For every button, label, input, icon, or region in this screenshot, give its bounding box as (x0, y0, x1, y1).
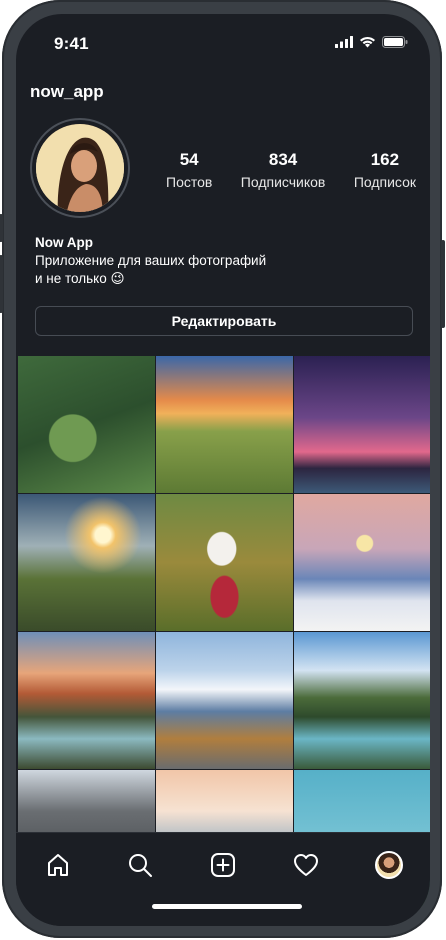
grid-photo[interactable] (294, 356, 430, 493)
profile-username: now_app (30, 82, 104, 101)
stat-following-value: 162 (370, 150, 400, 169)
battery-icon (382, 36, 408, 48)
stat-following-label: Подписок (353, 174, 416, 190)
volume-up-button (0, 255, 3, 313)
status-time: 9:41 (54, 34, 89, 53)
tab-activity[interactable] (290, 849, 322, 881)
bio-line-2: и не только 😉 (35, 271, 125, 286)
home-indicator[interactable] (152, 904, 302, 909)
home-icon (48, 854, 68, 876)
tab-add-post[interactable] (207, 849, 239, 881)
stat-posts-label: Постов (166, 174, 213, 190)
heart-icon (294, 854, 318, 876)
tab-profile[interactable] (373, 849, 405, 881)
tab-bar (16, 832, 430, 926)
bio-line-1: Приложение для ваших фотографий (35, 253, 267, 268)
photo-grid (18, 356, 430, 907)
screen: 9:41 now_app 54 Постов 834 Подписчиков 1… (16, 14, 430, 926)
grid-photo[interactable] (294, 494, 430, 631)
edit-profile-button[interactable]: Редактировать (35, 306, 413, 336)
grid-photo[interactable] (18, 494, 155, 631)
profile-display-name: Now App (35, 235, 93, 250)
add-post-icon (211, 853, 235, 877)
avatar-photo (36, 124, 124, 212)
grid-photo[interactable] (18, 632, 155, 769)
grid-photo[interactable] (18, 356, 155, 493)
status-bar: 9:41 (16, 14, 430, 70)
stat-followers-value: 834 (268, 150, 298, 169)
grid-photo[interactable] (156, 494, 293, 631)
power-button (441, 240, 445, 328)
stat-posts-value: 54 (179, 150, 199, 169)
search-icon (129, 854, 152, 877)
avatar-illustration (36, 124, 124, 212)
wifi-icon (360, 36, 375, 48)
profile-avatar-small (375, 851, 403, 879)
stat-following[interactable]: 162 Подписок (354, 150, 416, 190)
grid-photo[interactable] (156, 632, 293, 769)
tab-search[interactable] (124, 849, 156, 881)
tab-home[interactable] (42, 849, 74, 881)
phone-frame: 9:41 now_app 54 Постов 834 Подписчиков 1… (0, 0, 445, 938)
status-icons (335, 36, 408, 48)
stat-posts[interactable]: 54 Постов (166, 150, 212, 190)
profile-avatar[interactable] (30, 118, 130, 218)
mute-switch (0, 214, 3, 242)
profile-bio: Now App Приложение для ваших фотографий … (35, 234, 355, 288)
grid-photo[interactable] (156, 356, 293, 493)
profile-stats: 54 Постов 834 Подписчиков 162 Подписок (166, 150, 416, 190)
grid-photo[interactable] (294, 632, 430, 769)
stat-followers[interactable]: 834 Подписчиков (241, 150, 326, 190)
signal-icon (335, 36, 353, 48)
stat-followers-label: Подписчиков (240, 174, 326, 190)
